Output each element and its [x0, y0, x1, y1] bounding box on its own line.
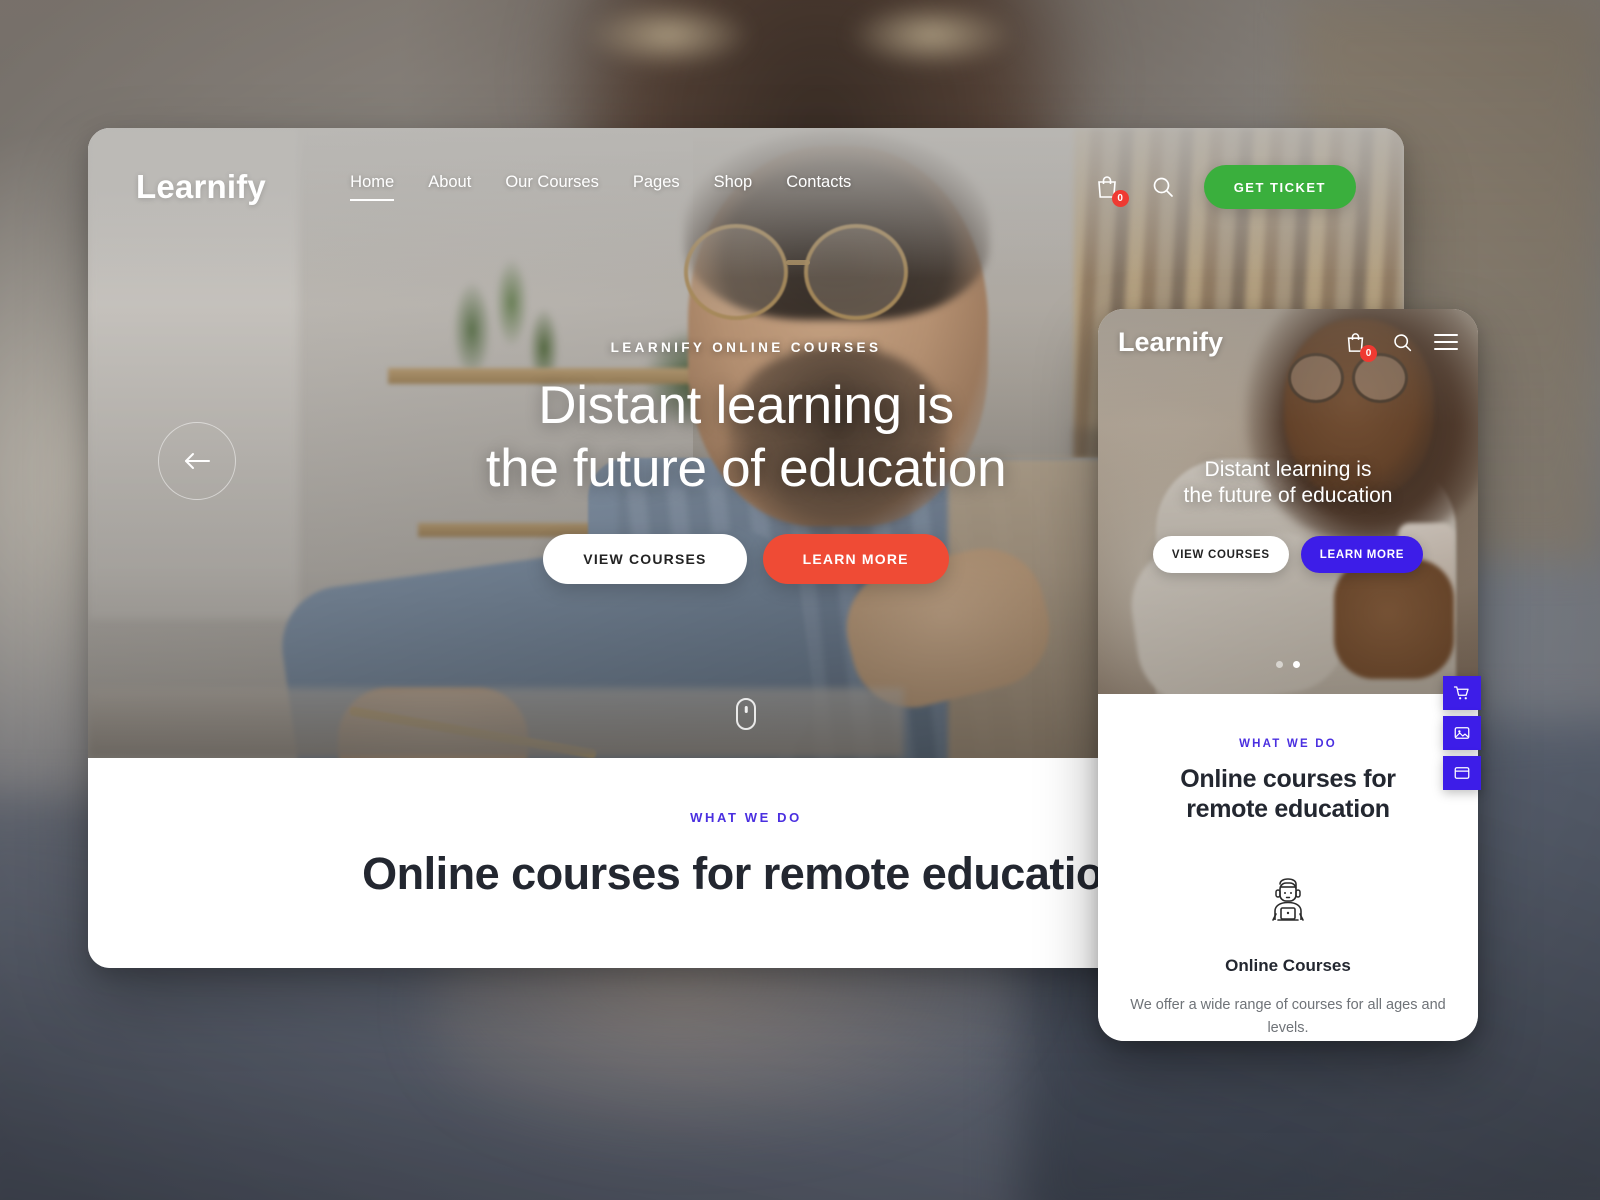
mobile-view-courses-button[interactable]: VIEW COURSES	[1152, 536, 1289, 574]
cart-icon	[1453, 686, 1469, 700]
mobile-header: Learnify 0	[1098, 309, 1478, 375]
nav-item-shop[interactable]: Shop	[714, 173, 753, 201]
mobile-hero-title-line-2: the future of education	[1183, 483, 1393, 507]
cart-button[interactable]: 0	[1092, 172, 1129, 207]
search-icon	[1153, 177, 1173, 197]
main-navigation: Home About Our Courses Pages Shop Contac…	[350, 173, 851, 201]
person-with-laptop-icon	[1272, 878, 1304, 921]
get-ticket-button[interactable]: GET TICKET	[1203, 165, 1356, 209]
nav-item-our-courses[interactable]: Our Courses	[505, 173, 599, 201]
image-icon	[1454, 727, 1470, 739]
window-icon	[1454, 767, 1470, 779]
side-button-window[interactable]	[1443, 756, 1481, 790]
online-courses-card-icon	[1124, 870, 1452, 932]
mobile-section-title-line-2: remote education	[1186, 795, 1390, 823]
scroll-down-indicator[interactable]	[736, 698, 756, 730]
search-icon	[1393, 333, 1411, 351]
side-button-image[interactable]	[1443, 716, 1481, 750]
mobile-learn-more-button[interactable]: LEARN MORE	[1300, 536, 1424, 574]
side-button-cart[interactable]	[1443, 676, 1481, 710]
mobile-hero-buttons: VIEW COURSES LEARN MORE	[1120, 536, 1456, 574]
nav-item-about[interactable]: About	[428, 173, 471, 201]
mobile-section-eyebrow: WHAT WE DO	[1239, 738, 1337, 750]
view-courses-button[interactable]: VIEW COURSES	[543, 534, 747, 585]
site-logo[interactable]: Learnify	[136, 168, 266, 206]
hamburger-menu-icon[interactable]	[1434, 334, 1458, 350]
online-courses-card-title: Online Courses	[1225, 956, 1351, 975]
header-actions: 0 GET TICKET	[1092, 165, 1356, 209]
mobile-hero-title: Distant learning is the future of educat…	[1120, 457, 1456, 508]
mobile-hero-title-line-1: Distant learning is	[1204, 458, 1372, 481]
mobile-search-button[interactable]	[1387, 327, 1417, 357]
mobile-cart-button[interactable]: 0	[1340, 327, 1377, 362]
hero-title-line-2: the future of education	[485, 438, 1007, 498]
mobile-section-title: Online courses for remote education	[1124, 764, 1452, 824]
mobile-slider-dots	[1276, 661, 1300, 668]
nav-item-contacts[interactable]: Contacts	[786, 173, 851, 201]
mobile-what-we-do-section: WHAT WE DO Online courses for remote edu…	[1098, 694, 1478, 1041]
slider-dot-2[interactable]	[1293, 661, 1300, 668]
desktop-header: Learnify Home About Our Courses Pages Sh…	[88, 128, 1404, 246]
mobile-hero-content: Distant learning is the future of educat…	[1098, 457, 1478, 574]
cart-count-badge: 0	[1111, 190, 1129, 207]
search-button[interactable]	[1148, 172, 1178, 202]
mobile-header-actions: 0	[1340, 327, 1458, 362]
screenshot-stage: Learnify Home About Our Courses Pages Sh…	[0, 0, 1600, 1200]
mobile-cart-count-badge: 0	[1360, 345, 1377, 362]
slider-dot-1[interactable]	[1276, 661, 1283, 668]
floating-side-buttons	[1443, 676, 1481, 790]
mobile-section-title-line-1: Online courses for	[1180, 765, 1396, 793]
mobile-site-logo[interactable]: Learnify	[1118, 327, 1223, 358]
hero-title-line-1: Distant learning is	[538, 376, 954, 435]
online-courses-card-text: We offer a wide range of courses for all…	[1130, 997, 1446, 1037]
learn-more-button[interactable]: LEARN MORE	[762, 534, 949, 585]
nav-item-home[interactable]: Home	[350, 173, 395, 201]
mobile-hero: Learnify 0 Distant learning is the futur…	[1098, 309, 1478, 694]
nav-item-pages[interactable]: Pages	[633, 173, 680, 201]
mobile-mockup: Learnify 0 Distant learning is the futur…	[1098, 309, 1478, 1041]
